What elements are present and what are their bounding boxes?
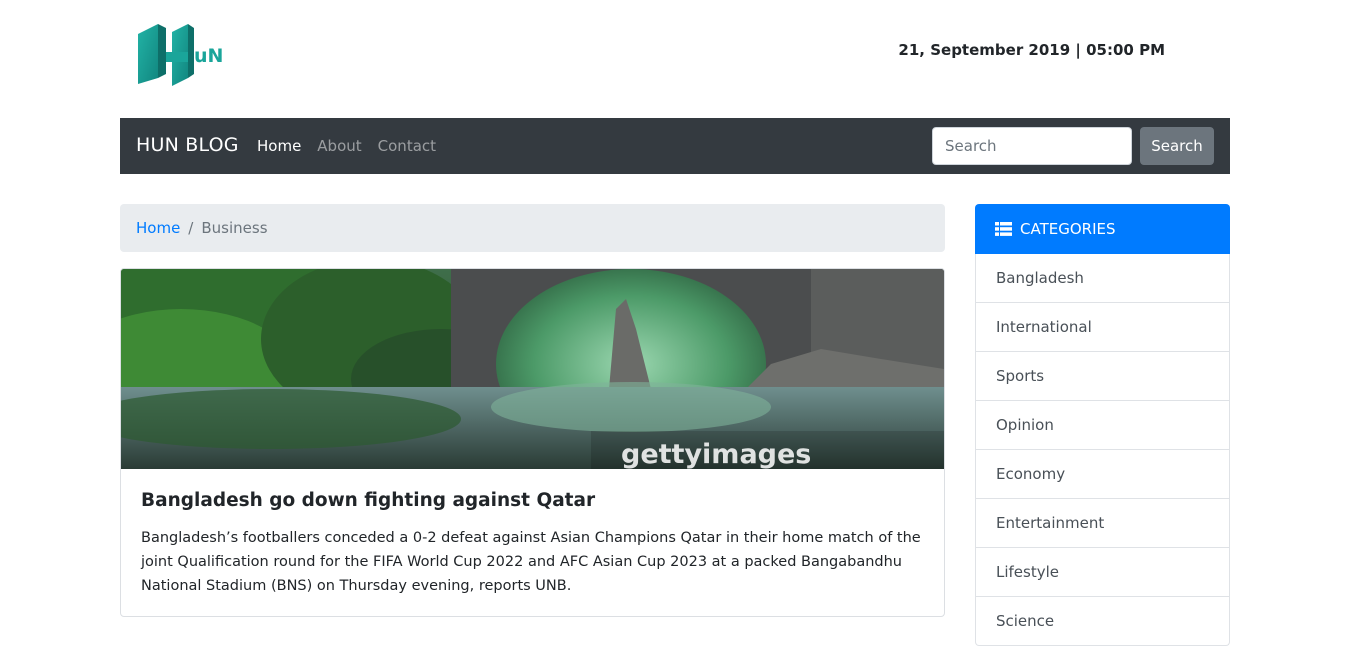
category-item-entertainment[interactable]: Entertainment (975, 499, 1230, 548)
getty-watermark: gettyimages (621, 439, 811, 469)
article-card: gettyimages Bangladesh go down fighting … (120, 268, 945, 617)
category-item-sports[interactable]: Sports (975, 352, 1230, 401)
nav-links: Home About Contact (257, 137, 436, 155)
search-button[interactable]: Search (1140, 127, 1214, 165)
breadcrumb-separator: / (188, 219, 194, 237)
search-input[interactable] (932, 127, 1132, 165)
category-item-lifestyle[interactable]: Lifestyle (975, 548, 1230, 597)
svg-text:uN: uN (194, 45, 223, 67)
category-item-science[interactable]: Science (975, 597, 1230, 646)
site-logo[interactable]: uN (136, 22, 226, 88)
list-icon (995, 222, 1012, 236)
breadcrumb-home-link[interactable]: Home (136, 219, 180, 237)
categories-panel: CATEGORIES Bangladesh International Spor… (975, 204, 1230, 646)
breadcrumb: Home / Business (120, 204, 945, 252)
breadcrumb-current: Business (201, 219, 268, 237)
header-datetime: 21, September 2019 | 05:00 PM (898, 41, 1165, 59)
top-navbar: HUN BLOG Home About Contact Search (120, 118, 1230, 174)
nav-link-about[interactable]: About (317, 137, 361, 155)
article-body: Bangladesh’s footballers conceded a 0-2 … (141, 530, 921, 594)
category-item-economy[interactable]: Economy (975, 450, 1230, 499)
nav-link-home[interactable]: Home (257, 137, 301, 155)
category-item-opinion[interactable]: Opinion (975, 401, 1230, 450)
categories-heading: CATEGORIES (1020, 220, 1116, 238)
category-item-international[interactable]: International (975, 303, 1230, 352)
nav-link-contact[interactable]: Contact (378, 137, 436, 155)
navbar-brand[interactable]: HUN BLOG (136, 134, 239, 156)
categories-header: CATEGORIES (975, 204, 1230, 254)
page-container: uN 21, September 2019 | 05:00 PM HUN BLO… (120, 0, 1230, 655)
article-image[interactable]: gettyimages (121, 269, 944, 469)
article-title[interactable]: Bangladesh go down fighting against Qata… (141, 490, 595, 511)
hun-logo-icon: uN (138, 24, 223, 86)
category-item-bangladesh[interactable]: Bangladesh (975, 254, 1230, 303)
